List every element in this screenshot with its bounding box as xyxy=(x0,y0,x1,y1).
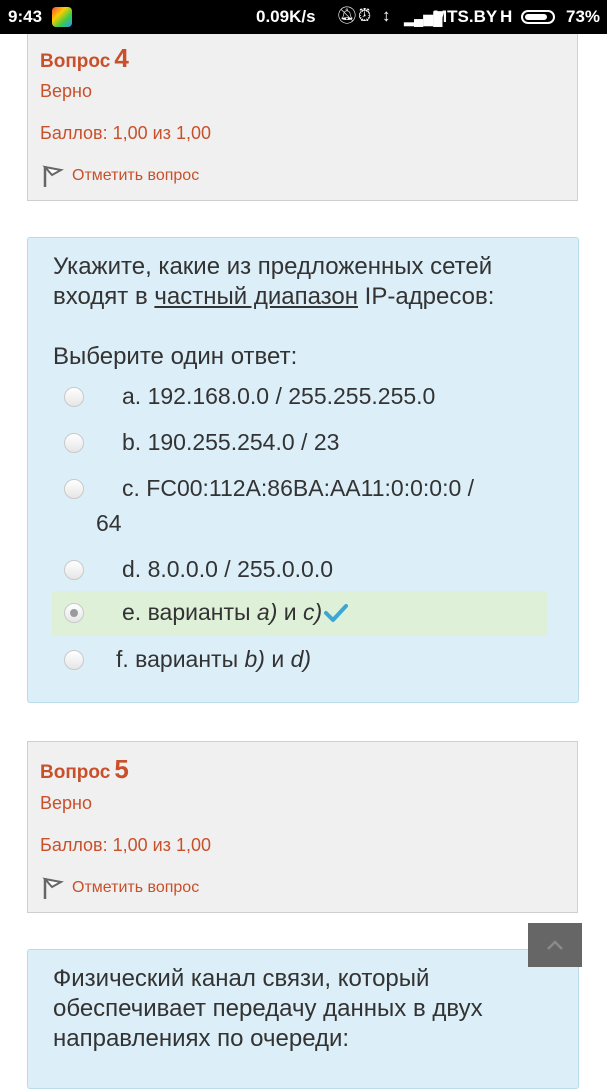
radio-button[interactable] xyxy=(64,433,84,453)
question-label: Вопрос xyxy=(40,51,111,72)
question-state: Верно xyxy=(40,793,92,813)
answer-option-label: d. 8.0.0.0 / 255.0.0.0 xyxy=(122,556,333,582)
answer-option-c[interactable]: c. FC00:112A:86BA:AA11:0:0:0:0 / 64 xyxy=(52,467,547,547)
question-state: Верно xyxy=(40,81,92,101)
radio-button[interactable] xyxy=(64,560,84,580)
question-number-value: 5 xyxy=(114,754,129,784)
question-text: Укажите, какие из предложенных сетей вхо… xyxy=(53,253,495,310)
flag-question-link[interactable]: Отметить вопрос xyxy=(42,164,199,188)
radio-button[interactable] xyxy=(64,479,84,499)
question-label: Вопрос xyxy=(40,762,111,783)
answer-option-label: b. 190.255.254.0 / 23 xyxy=(122,429,340,455)
answer-option-a[interactable]: a. 192.168.0.0 / 255.255.255.0 xyxy=(52,375,547,419)
flag-icon xyxy=(42,165,64,187)
radio-button[interactable] xyxy=(64,650,84,670)
mute-icon: 🔕︎ xyxy=(336,6,358,25)
battery-percent: 73% xyxy=(566,7,601,26)
answer-option-b[interactable]: b. 190.255.254.0 / 23 xyxy=(52,421,547,465)
answer-option-f[interactable]: f. варианты b) и d) xyxy=(52,638,547,682)
scroll-to-top-button[interactable] xyxy=(528,923,582,967)
answer-option-label-continuation: 64 xyxy=(96,510,122,536)
battery-icon xyxy=(521,10,555,24)
question-5-info: Вопрос 5 Верно Баллов: 1,00 из 1,00 Отмет… xyxy=(27,741,578,913)
network-speed: 0.09K/s xyxy=(256,7,316,26)
question-4-content: Укажите, какие из предложенных сетей вхо… xyxy=(27,237,579,703)
answer-option-e[interactable]: e. варианты a) и c) xyxy=(52,591,547,636)
network-type: H xyxy=(500,7,513,26)
question-number: Вопрос 5 xyxy=(40,754,129,785)
vibrate-icon: ↕ xyxy=(382,6,391,25)
question-5-content: Физический канал связи, который обеспечи… xyxy=(27,949,579,1089)
flag-icon xyxy=(42,877,64,899)
answer-option-label: a. 192.168.0.0 / 255.255.255.0 xyxy=(122,383,436,409)
answer-prompt: Выберите один ответ: xyxy=(53,343,298,370)
answer-option-label: f. варианты b) и d) xyxy=(116,646,312,672)
chevron-up-icon xyxy=(547,940,563,950)
question-number-value: 4 xyxy=(114,43,129,73)
radio-button-selected[interactable] xyxy=(64,603,84,623)
question-grade: Баллов: 1,00 из 1,00 xyxy=(40,123,211,143)
radio-button[interactable] xyxy=(64,387,84,407)
question-number: Вопрос 4 xyxy=(40,43,129,74)
flag-question-label: Отметить вопрос xyxy=(72,167,200,184)
status-bar: 9:43 0.09K/s 🔕︎ ⏰︎ ↕ ▂▄▆█ MTS.BY H 73% xyxy=(0,0,607,34)
flag-question-label: Отметить вопрос xyxy=(72,879,200,896)
alarm-icon: ⏰︎ xyxy=(358,6,372,25)
app-notification-icon xyxy=(52,7,72,27)
answer-option-d[interactable]: d. 8.0.0.0 / 255.0.0.0 xyxy=(52,548,547,592)
question-grade: Баллов: 1,00 из 1,00 xyxy=(40,835,211,855)
flag-question-link[interactable]: Отметить вопрос xyxy=(42,876,199,900)
status-time: 9:43 xyxy=(8,7,43,26)
question-4-info: Вопрос 4 Верно Баллов: 1,00 из 1,00 Отмет… xyxy=(27,34,578,201)
question-text-underlined: частный диапазон xyxy=(154,283,358,310)
carrier-name: MTS.BY xyxy=(433,7,498,26)
answer-option-label: e. варианты a) и c) xyxy=(122,599,323,625)
answer-option-label: c. FC00:112A:86BA:AA11:0:0:0:0 / xyxy=(122,475,475,501)
correct-check-icon xyxy=(324,604,348,622)
question-text: Физический канал связи, который обеспечи… xyxy=(53,965,483,1052)
